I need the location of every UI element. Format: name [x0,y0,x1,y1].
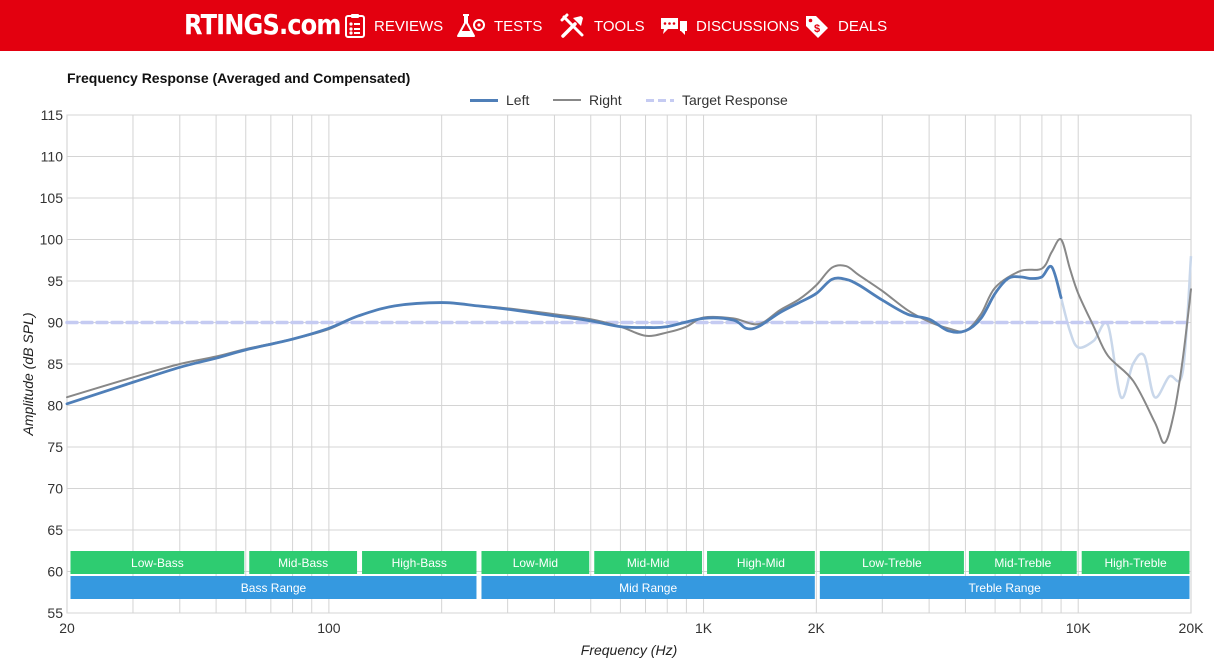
band-label: High-Treble [1104,556,1167,570]
y-tick-label: 60 [47,564,63,580]
range-label: Bass Range [241,581,307,595]
y-tick-label: 110 [41,149,64,165]
y-tick-label: 105 [40,190,64,206]
y-tick-label: 100 [40,232,64,248]
band-label: Low-Bass [131,556,184,570]
band-label: Mid-Treble [994,556,1051,570]
frequency-response-chart: 55 60 65 70 75 80 85 90 95 100 105 110 115 20 100 1K 2K 1… [20,107,1205,658]
x-tick-label: 20K [1179,620,1205,636]
x-tick-label: 2K [808,620,826,636]
x-axis-title: Frequency (Hz) [581,642,677,658]
range-label: Treble Range [969,581,1042,595]
y-tick-label: 55 [47,605,63,621]
x-tick-label: 1K [695,620,713,636]
band-label: Low-Mid [513,556,558,570]
y-tick-label: 85 [47,356,63,372]
band-label: Low-Treble [862,556,922,570]
band-label: Mid-Bass [278,556,328,570]
x-tick-label: 20 [59,620,75,636]
y-axis-title: Amplitude (dB SPL) [20,313,36,437]
x-tick-label: 100 [317,620,341,636]
y-tick-label: 115 [41,107,64,123]
band-label: Mid-Mid [627,556,670,570]
y-tick-label: 75 [47,439,63,455]
series-right-line [66,238,1192,444]
y-tick-label: 70 [47,481,63,497]
band-label: High-Bass [392,556,447,570]
series-left-faded-line [1059,256,1193,400]
y-tick-label: 90 [47,315,63,331]
y-tick-label: 65 [47,522,63,538]
range-label: Mid Range [619,581,677,595]
x-tick-label: 10K [1066,620,1092,636]
band-label: High-Mid [737,556,785,570]
y-tick-label: 95 [47,273,63,289]
y-tick-label: 80 [47,398,63,414]
